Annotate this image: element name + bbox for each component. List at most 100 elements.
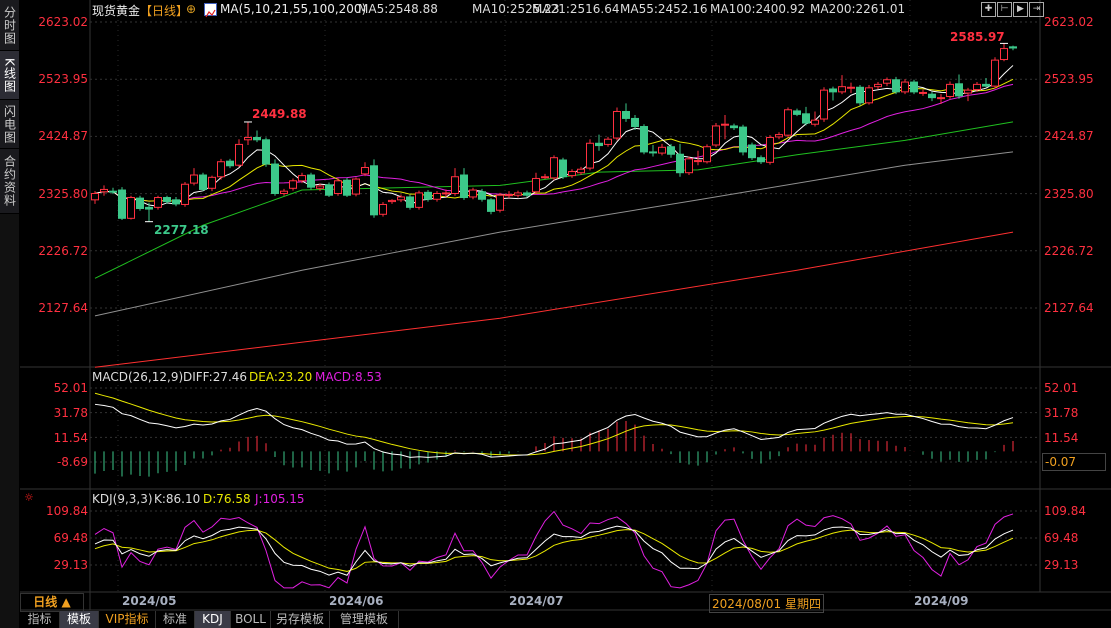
tab-vip-indicators[interactable]: VIP指标: [99, 611, 156, 628]
candle-up: [289, 180, 297, 189]
price-tick-left: 2226.72: [38, 244, 88, 258]
candle-up: [784, 109, 792, 136]
candle-up: [604, 138, 612, 145]
candle-down: [163, 197, 171, 203]
candle-down: [892, 79, 900, 93]
macd-tick-left: 52.01: [53, 381, 88, 395]
ma-chart-icon[interactable]: [204, 3, 217, 18]
kdj-tick-right: 69.48: [1044, 531, 1079, 545]
ma200-line: [94, 231, 1014, 368]
macd-tick-right: 11.54: [1044, 431, 1079, 445]
candle-up: [820, 89, 828, 120]
candle-up: [685, 158, 693, 174]
ma-params: MA(5,10,21,55,100,200): [220, 2, 367, 16]
tab-templates[interactable]: 模板: [60, 611, 99, 628]
kdj-tick-right: 29.13: [1044, 558, 1079, 572]
candle-down: [982, 83, 990, 87]
candle-up: [721, 123, 729, 126]
sidebar-item-contract-info[interactable]: 合约资料: [0, 149, 19, 214]
kdj-d: D:76.58: [203, 492, 251, 506]
ma21-value: MA21:2516.64: [532, 2, 620, 16]
candle-down: [748, 144, 756, 159]
candle-down: [595, 142, 603, 147]
macd-tick-left: 11.54: [53, 431, 88, 445]
candle-down: [667, 146, 675, 155]
candle-down: [802, 113, 810, 124]
price-tick-left: 2523.95: [38, 72, 88, 86]
tab-standard[interactable]: 标准: [156, 611, 195, 628]
x-axis-label: 2024/05: [122, 594, 177, 608]
period-label: 【日线】: [140, 4, 189, 18]
macd-tick-left: 31.78: [53, 406, 88, 420]
price-tick-right: 2325.80: [1044, 187, 1094, 201]
candle-down: [118, 189, 126, 219]
macd-value: MACD:8.53: [315, 370, 382, 384]
candle-up: [154, 197, 162, 208]
tab-save-template[interactable]: 另存模板: [271, 611, 330, 628]
ma55-value: MA55:2452.16: [620, 2, 708, 16]
tab-indicators[interactable]: 指标: [20, 611, 60, 628]
candle-up: [901, 81, 909, 93]
candle-up: [235, 143, 243, 166]
candle-up: [181, 183, 189, 205]
candle-down: [262, 139, 270, 165]
chart-canvas[interactable]: [0, 0, 1111, 628]
candle-down: [649, 151, 657, 154]
high-annotation: 2449.88: [252, 107, 307, 121]
move-right-icon[interactable]: ⇥: [1029, 2, 1044, 17]
macd-tick-left: -8.69: [56, 455, 88, 469]
kdj-j: J:105.15: [255, 492, 305, 506]
candle-up: [298, 175, 306, 182]
macd-tick-right: 31.78: [1044, 406, 1079, 420]
ma55-line: [94, 121, 1014, 279]
candle-down: [172, 199, 180, 205]
candle-down: [478, 191, 486, 200]
candle-up: [334, 180, 342, 194]
candle-up: [919, 91, 927, 94]
tab-kdj[interactable]: KDJ: [195, 611, 231, 628]
candle-down: [523, 192, 531, 196]
macd-title: MACD(26,12,9): [92, 370, 184, 384]
candle-down: [1009, 46, 1017, 49]
candle-up: [388, 199, 396, 203]
candle-down: [910, 81, 918, 93]
sidebar-item-intraday[interactable]: 分时图: [0, 0, 19, 51]
settings-circle-icon[interactable]: ⊕: [186, 2, 196, 16]
sidebar-item-kline[interactable]: K线图: [0, 51, 19, 100]
candle-down: [622, 111, 630, 119]
tab-manage-templates[interactable]: 管理模板: [330, 611, 399, 628]
x-axis-label: 2024/06: [329, 594, 384, 608]
candle-up: [694, 160, 702, 163]
macd-diff: DIFF:27.46: [183, 370, 248, 384]
candle-down: [829, 88, 837, 93]
candle-up: [541, 176, 549, 179]
candle-up: [352, 178, 360, 195]
candle-up: [316, 185, 324, 189]
period-selector-button[interactable]: 日线 ▲: [20, 593, 84, 612]
ma10-line: [94, 78, 1014, 202]
sidebar-item-flash[interactable]: 闪电图: [0, 100, 19, 149]
indicator-settings-icon[interactable]: ☼: [24, 491, 34, 504]
candle-up: [361, 167, 369, 175]
candle-down: [145, 206, 153, 210]
candle-up: [505, 194, 513, 197]
play-forward-icon[interactable]: ▶: [1013, 2, 1028, 17]
crosshair-icon[interactable]: ✚: [981, 2, 996, 17]
candle-up: [514, 192, 522, 196]
candle-down: [343, 179, 351, 196]
candle-up: [586, 142, 594, 169]
candle-down: [325, 184, 333, 196]
candle-down: [406, 196, 414, 208]
kdj-title: KDJ(9,3,3): [92, 492, 153, 506]
tab-boll[interactable]: BOLL: [231, 611, 271, 628]
zoom-in-range-icon[interactable]: ⊢: [997, 2, 1012, 17]
candle-down: [253, 136, 261, 141]
price-tick-left: 2424.87: [38, 129, 88, 143]
price-tick-right: 2127.64: [1044, 301, 1094, 315]
macd-current-value: -0.07: [1042, 453, 1106, 471]
candle-up: [127, 197, 135, 219]
candle-down: [109, 190, 117, 193]
candle-up: [451, 176, 459, 194]
ma5-value: MA5:2548.88: [358, 2, 438, 16]
ma200-value: MA200:2261.01: [810, 2, 906, 16]
